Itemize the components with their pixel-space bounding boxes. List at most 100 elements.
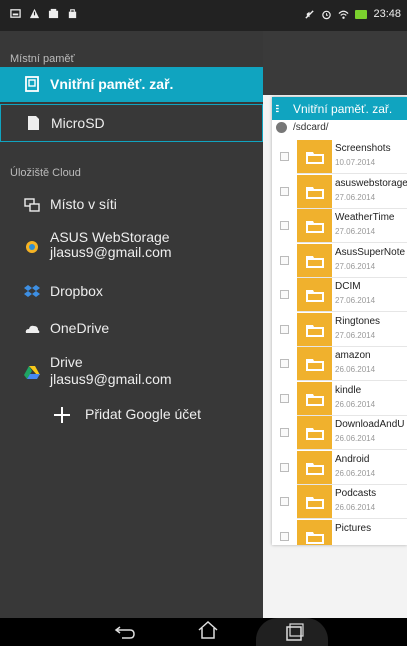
file-date: 26.06.2014 (335, 503, 376, 512)
drawer-item-microsd[interactable]: MicroSD (0, 104, 263, 142)
mute-icon (305, 9, 315, 19)
file-date: 26.06.2014 (335, 365, 376, 374)
drawer-item-internal-storage[interactable]: Vnitřní paměť. zař. (0, 67, 263, 102)
file-checkbox[interactable] (280, 152, 289, 161)
drawer-item-label: Místo v síti (50, 196, 117, 212)
folder-thumbnail (297, 174, 332, 209)
drawer-item-google-drive[interactable]: Drive jlasus9@gmail.com (0, 351, 263, 393)
file-row[interactable]: Pictures (272, 519, 407, 545)
drawer-item-onedrive[interactable]: OneDrive (0, 313, 263, 345)
folder-icon (306, 152, 324, 164)
file-row[interactable]: asuswebstorage 27.06.2014 (272, 174, 407, 209)
drawer-item-service-label: Drive (50, 354, 83, 370)
panel-title-bar: Vnitřní paměť. zař. (272, 97, 407, 120)
file-checkbox[interactable] (280, 359, 289, 368)
shopping-bag-icon (68, 9, 77, 19)
file-name: WeatherTime (335, 212, 395, 223)
drawer-item-asus-webstorage[interactable]: ASUS WebStorage jlasus9@gmail.com (0, 227, 263, 267)
download-icon (48, 8, 59, 19)
sd-card-icon (28, 116, 39, 130)
content-header-area (263, 31, 407, 95)
battery-charging-icon (355, 10, 368, 19)
file-row[interactable]: Ringtones 27.06.2014 (272, 312, 407, 347)
file-name: Pictures (335, 522, 372, 534)
file-checkbox[interactable] (280, 186, 289, 196)
drawer-item-service-label: ASUS WebStorage (50, 229, 170, 245)
drawer-item-dropbox[interactable]: Dropbox (0, 276, 263, 308)
file-row[interactable]: WeatherTime 27.06.2014 (272, 209, 407, 243)
folder-thumbnail (297, 519, 332, 545)
current-path: /sdcard/ (293, 122, 329, 133)
file-browser-panel: Vnitřní paměť. zař. /sdcard/ Screenshots… (272, 97, 407, 545)
file-date: 26.06.2014 (335, 468, 376, 478)
folder-thumbnail (297, 209, 332, 243)
folder-thumbnail (297, 278, 332, 312)
panel-title: Vnitřní paměť. zař. (293, 101, 393, 116)
folder-icon (306, 290, 324, 302)
file-checkbox[interactable] (280, 221, 289, 230)
network-icon (24, 198, 40, 212)
folder-thumbnail (297, 140, 332, 174)
folder-icon (306, 255, 324, 268)
file-date: 27.06.2014 (335, 330, 376, 340)
file-date: 26.06.2014 (335, 399, 376, 409)
file-row[interactable]: DCIM 27.06.2014 (272, 278, 407, 312)
storage-path-icon (276, 122, 287, 133)
image-icon (10, 9, 21, 18)
folder-thumbnail (297, 450, 332, 485)
clock: 23:48 (373, 8, 401, 20)
file-list: Screenshots 10.07.2014 asuswebstorage 27.06… (272, 140, 407, 545)
file-checkbox[interactable] (280, 324, 289, 334)
plus-icon (54, 407, 70, 423)
file-checkbox[interactable] (280, 462, 289, 472)
file-checkbox[interactable] (280, 255, 289, 265)
folder-icon (306, 462, 324, 475)
folder-thumbnail (297, 347, 332, 381)
drawer-item-label: jlasus9@gmail.com (50, 244, 172, 260)
file-name: DCIM (335, 281, 361, 292)
recent-apps-icon[interactable] (282, 623, 306, 643)
file-checkbox[interactable] (280, 531, 289, 541)
path-breadcrumb[interactable]: /sdcard/ (272, 120, 407, 135)
folder-icon (306, 359, 324, 371)
file-row[interactable]: Podcasts 26.06.2014 (272, 485, 407, 519)
file-row[interactable]: Android 26.06.2014 (272, 450, 407, 485)
drawer-item-network-place[interactable]: Místo v síti (0, 189, 263, 221)
local-storage-heading: Místní paměť (10, 53, 75, 65)
file-checkbox[interactable] (280, 393, 289, 403)
file-date: 27.06.2014 (335, 227, 376, 236)
folder-thumbnail (297, 243, 332, 278)
file-checkbox[interactable] (280, 290, 289, 299)
navigation-drawer: Místní paměť Vnitřní paměť. zař. MicroSD… (0, 31, 263, 618)
file-date: 10.07.2014 (335, 158, 376, 167)
back-icon[interactable] (114, 622, 138, 642)
file-checkbox[interactable] (280, 428, 289, 437)
folder-thumbnail (297, 416, 332, 450)
menu-icon[interactable] (276, 104, 285, 113)
folder-thumbnail (297, 485, 332, 519)
drawer-item-label: MicroSD (51, 115, 105, 131)
file-date: 27.06.2014 (335, 192, 376, 202)
file-name: DownloadAndU (335, 419, 405, 430)
file-row[interactable]: kindle 26.06.2014 (272, 381, 407, 416)
file-row[interactable]: AsusSuperNote 27.06.2014 (272, 243, 407, 278)
drawer-item-label: Vnitřní paměť. zař. (50, 76, 174, 92)
file-row[interactable]: amazon 26.06.2014 (272, 347, 407, 381)
file-date: 27.06.2014 (335, 261, 376, 271)
drawer-item-label: jlasus9@gmail.com (50, 371, 172, 387)
file-name: Podcasts (335, 488, 377, 499)
phone-storage-icon (25, 76, 39, 92)
home-icon[interactable] (196, 620, 220, 640)
asus-webstorage-icon (26, 241, 38, 253)
file-row[interactable]: Screenshots 10.07.2014 (272, 140, 407, 174)
folder-icon (306, 497, 324, 509)
file-row[interactable]: DownloadAndU 26.06.2014 (272, 416, 407, 450)
file-name: Screenshots (335, 143, 391, 154)
add-google-account-button[interactable]: Přidat Google účet (0, 400, 263, 430)
file-name: Android (335, 453, 370, 465)
folder-thumbnail (297, 381, 332, 416)
drawer-item-label: OneDrive (50, 320, 110, 336)
file-name: amazon (335, 350, 371, 361)
file-date: 27.06.2014 (335, 296, 376, 305)
file-checkbox[interactable] (280, 497, 289, 506)
